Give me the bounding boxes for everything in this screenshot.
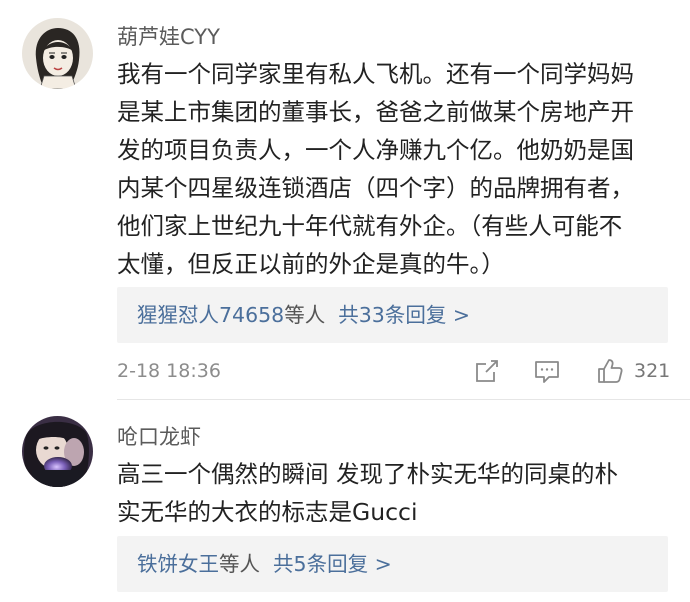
like-count: 321 [634, 360, 671, 382]
avatar-photo-image [22, 416, 93, 487]
chevron-right-icon[interactable]: > [375, 552, 392, 576]
comment-meta: 2-18 18:36 321 [117, 356, 671, 386]
comment-line: 我有一个同学家里有私人飞机。还有一个同学妈妈 [117, 60, 634, 88]
comment-line: 发的项目负责人，一个人净赚九个亿。他奶奶是国 [117, 136, 634, 164]
avatar-cartoon-girl-image [22, 18, 93, 89]
comment-icon[interactable] [532, 356, 562, 386]
replies-preview[interactable]: 猩猩怼人74658等人 共33条回复 > [117, 287, 668, 343]
reply-user-link[interactable]: 猩猩怼人74658 [137, 303, 284, 327]
replies-suffix: 等人 [219, 552, 260, 576]
share-icon[interactable] [472, 356, 502, 386]
replies-summary: 猩猩怼人74658等人 共33条回复 > [137, 287, 470, 343]
reply-count-link[interactable]: 共33条回复 [338, 303, 446, 327]
replies-summary: 铁饼女王等人 共5条回复 > [137, 536, 392, 592]
reply-count-link[interactable]: 共5条回复 [273, 552, 368, 576]
comment-line: 是某上市集团的董事长，爸爸之前做某个房地产开 [117, 98, 634, 126]
comment-line: 高三一个偶然的瞬间 发现了朴实无华的同桌的朴 [117, 460, 618, 488]
thumbs-up-icon[interactable] [595, 356, 625, 386]
comment-timestamp: 2-18 18:36 [117, 360, 221, 382]
comment-line: 太懂，但反正以前的外企是真的牛。） [117, 250, 505, 278]
comment-line: 实无华的大衣的标志是Gucci [117, 498, 418, 526]
comment-username[interactable]: 葫芦娃CYY [117, 25, 220, 49]
reply-user-link[interactable]: 铁饼女王 [137, 552, 219, 576]
comment-item: 呛口龙虾 高三一个偶然的瞬间 发现了朴实无华的同桌的朴 实无华的大衣的标志是Gu… [0, 400, 690, 602]
comment-body: 我有一个同学家里有私人飞机。还有一个同学妈妈 是某上市集团的董事长，爸爸之前做某… [117, 55, 673, 283]
replies-suffix: 等人 [284, 303, 326, 327]
comment-username[interactable]: 呛口龙虾 [117, 425, 201, 449]
comment-item: 葫芦娃CYY 我有一个同学家里有私人飞机。还有一个同学妈妈 是某上市集团的董事长… [0, 0, 690, 400]
avatar[interactable] [22, 416, 93, 487]
comment-line: 他们家上世纪九十年代就有外企。（有些人可能不 [117, 212, 623, 240]
avatar[interactable] [22, 18, 93, 89]
chevron-right-icon[interactable]: > [453, 303, 470, 327]
replies-preview[interactable]: 铁饼女王等人 共5条回复 > [117, 536, 668, 592]
comment-body: 高三一个偶然的瞬间 发现了朴实无华的同桌的朴 实无华的大衣的标志是Gucci [117, 455, 673, 531]
comment-line: 内某个四星级连锁酒店（四个字）的品牌拥有者， [117, 174, 634, 202]
